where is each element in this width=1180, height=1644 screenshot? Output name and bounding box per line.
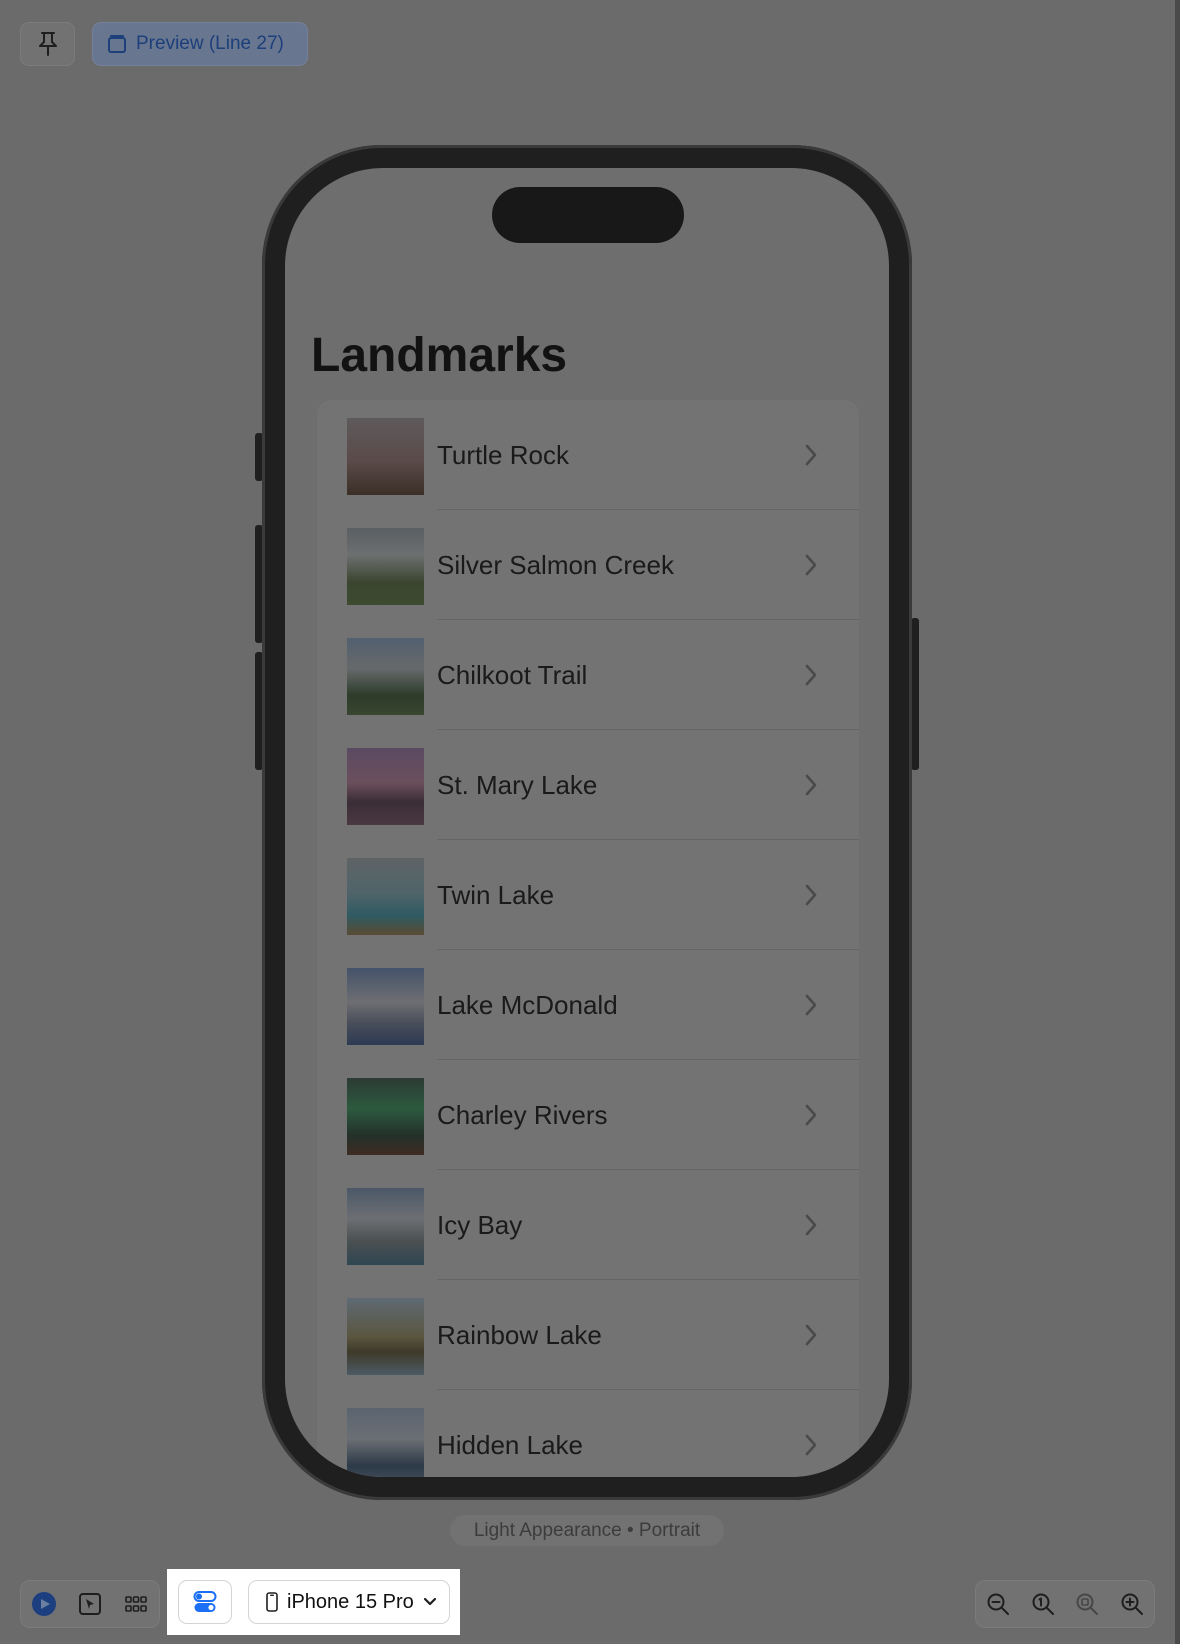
live-mode-button[interactable]: [21, 1580, 67, 1628]
page-title: Landmarks: [311, 329, 568, 382]
window-icon: [108, 35, 126, 53]
zoom-out-button[interactable]: [976, 1580, 1021, 1628]
list-item[interactable]: St. Mary Lake: [317, 730, 859, 840]
zoom-fit-icon: [1076, 1593, 1099, 1615]
variants-grid-button[interactable]: [113, 1580, 159, 1628]
list-item[interactable]: Silver Salmon Creek: [317, 510, 859, 620]
landmark-thumbnail: [347, 1078, 424, 1155]
landmark-thumbnail: [347, 1188, 424, 1265]
zoom-controls: [975, 1580, 1155, 1628]
preview-caption: Light Appearance • Portrait: [450, 1515, 724, 1546]
landmark-name: Chilkoot Trail: [437, 660, 588, 690]
iphone-icon: [266, 1592, 278, 1612]
landmark-thumbnail: [347, 418, 424, 495]
chevron-right-icon: [805, 1104, 817, 1126]
phone-screen: Landmarks Turtle Rock Silver Salmon Creek…: [285, 168, 889, 1477]
preview-line-button[interactable]: Preview (Line 27): [92, 22, 308, 66]
landmark-thumbnail: [347, 528, 424, 605]
zoom-out-icon: [987, 1593, 1010, 1615]
grid-icon: [125, 1596, 147, 1612]
chevron-right-icon: [805, 554, 817, 576]
chevron-right-icon: [805, 884, 817, 906]
selectable-mode-button[interactable]: [67, 1580, 113, 1628]
zoom-actual-icon: [1032, 1593, 1054, 1615]
pin-icon: [38, 32, 57, 56]
chevron-right-icon: [805, 664, 817, 686]
canvas-device-settings-button[interactable]: [178, 1580, 232, 1624]
pin-button[interactable]: [20, 22, 75, 66]
power-button: [911, 618, 919, 770]
chevron-down-icon: [423, 1597, 436, 1606]
device-label: iPhone 15 Pro: [287, 1590, 414, 1613]
landmark-thumbnail: [347, 858, 424, 935]
list-item[interactable]: Turtle Rock: [317, 400, 859, 510]
landmark-thumbnail: [347, 638, 424, 715]
list-item[interactable]: Lake McDonald: [317, 950, 859, 1060]
cursor-select-icon: [79, 1593, 101, 1615]
landmark-name: Rainbow Lake: [437, 1320, 602, 1350]
dynamic-island: [492, 187, 684, 243]
device-selector[interactable]: iPhone 15 Pro: [248, 1580, 450, 1624]
zoom-in-button[interactable]: [1110, 1580, 1155, 1628]
landmark-name: St. Mary Lake: [437, 770, 598, 800]
chevron-right-icon: [805, 774, 817, 796]
landmark-thumbnail: [347, 748, 424, 825]
landmark-name: Lake McDonald: [437, 990, 618, 1020]
list-item[interactable]: Hidden Lake: [317, 1390, 859, 1477]
preview-label: Preview (Line 27): [136, 33, 284, 54]
toggles-icon: [193, 1591, 217, 1612]
landmark-list[interactable]: Turtle Rock Silver Salmon Creek Chilkoot T…: [317, 400, 859, 1477]
play-icon: [32, 1592, 56, 1616]
chevron-right-icon: [805, 1434, 817, 1456]
list-item[interactable]: Rainbow Lake: [317, 1280, 859, 1390]
chevron-right-icon: [805, 444, 817, 466]
chevron-right-icon: [805, 994, 817, 1016]
landmark-thumbnail: [347, 968, 424, 1045]
landmark-name: Silver Salmon Creek: [437, 550, 674, 580]
list-item[interactable]: Twin Lake: [317, 840, 859, 950]
preview-mode-group: [20, 1580, 160, 1628]
chevron-right-icon: [805, 1324, 817, 1346]
list-item[interactable]: Chilkoot Trail: [317, 620, 859, 730]
window-edge: [1175, 0, 1180, 1644]
landmark-thumbnail: [347, 1298, 424, 1375]
landmark-name: Twin Lake: [437, 880, 555, 910]
list-item[interactable]: Charley Rivers: [317, 1060, 859, 1170]
list-item[interactable]: Icy Bay: [317, 1170, 859, 1280]
landmark-name: Hidden Lake: [437, 1430, 583, 1460]
zoom-in-icon: [1121, 1593, 1143, 1615]
landmark-thumbnail: [347, 1408, 424, 1477]
landmark-name: Turtle Rock: [437, 440, 569, 470]
zoom-actual-size-button[interactable]: [1021, 1580, 1066, 1628]
zoom-to-fit-button[interactable]: [1065, 1580, 1110, 1628]
landmark-name: Icy Bay: [437, 1210, 523, 1240]
landmark-name: Charley Rivers: [437, 1100, 608, 1130]
chevron-right-icon: [805, 1214, 817, 1236]
